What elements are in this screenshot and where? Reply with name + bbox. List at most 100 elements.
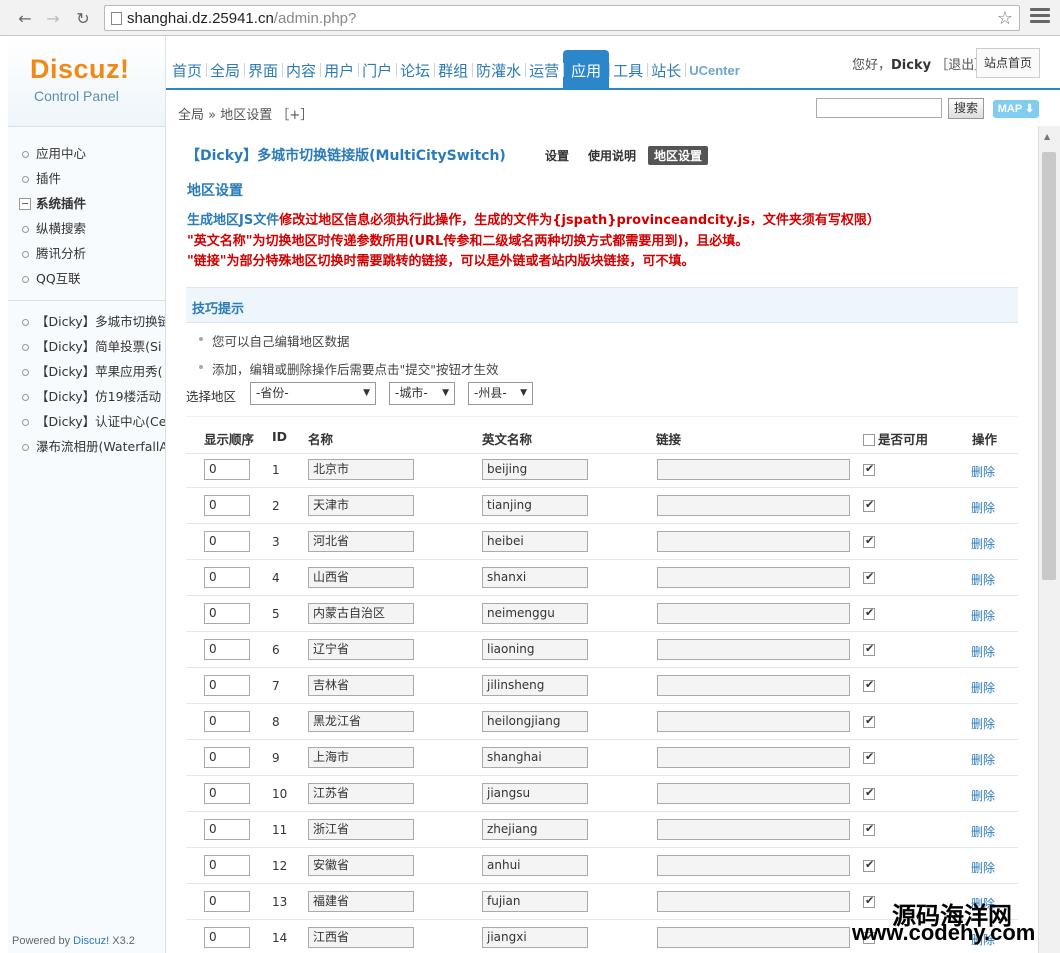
delete-link[interactable]: 删除 [971, 499, 995, 516]
top-nav-item[interactable]: 应用 [563, 50, 610, 88]
site-home-button[interactable]: 站点首页 [976, 48, 1040, 78]
sidebar-item[interactable]: 【Dicky】简单投票(Si [8, 334, 165, 359]
name-input[interactable]: 吉林省 [308, 675, 414, 696]
order-input[interactable]: 0 [204, 639, 250, 660]
sidebar-item[interactable]: 腾讯分析 [8, 241, 165, 266]
name-input[interactable]: 北京市 [308, 459, 414, 480]
address-bar[interactable]: shanghai.dz.25941.cn/admin.php? ☆ [104, 5, 1020, 31]
order-input[interactable]: 0 [204, 783, 250, 804]
ename-input[interactable]: neimenggu [482, 603, 588, 624]
top-nav-item[interactable]: 站长 [647, 50, 685, 88]
name-input[interactable]: 内蒙古自治区 [308, 603, 414, 624]
name-input[interactable]: 辽宁省 [308, 639, 414, 660]
top-nav-item[interactable]: 用户 [320, 50, 358, 88]
top-nav-item[interactable]: 群组 [434, 50, 472, 88]
delete-link[interactable]: 删除 [971, 679, 995, 696]
link-input[interactable] [657, 639, 850, 660]
enabled-checkbox[interactable] [863, 822, 875, 836]
sidebar-item[interactable]: 插件 [8, 166, 165, 191]
order-input[interactable]: 0 [204, 711, 250, 732]
top-nav-item[interactable]: 界面 [244, 50, 282, 88]
ename-input[interactable]: tianjing [482, 495, 588, 516]
order-input[interactable]: 0 [204, 675, 250, 696]
order-input[interactable]: 0 [204, 531, 250, 552]
ename-input[interactable]: heibei [482, 531, 588, 552]
order-input[interactable]: 0 [204, 927, 250, 948]
name-input[interactable]: 江西省 [308, 927, 414, 948]
sidebar-item[interactable]: 【Dicky】苹果应用秀( [8, 359, 165, 384]
top-nav-item[interactable]: 运营 [525, 50, 563, 88]
link-input[interactable] [657, 783, 850, 804]
enabled-checkbox[interactable] [863, 534, 875, 548]
order-input[interactable]: 0 [204, 855, 250, 876]
delete-link[interactable]: 删除 [971, 823, 995, 840]
link-input[interactable] [657, 531, 850, 552]
ename-input[interactable]: jilinsheng [482, 675, 588, 696]
link-input[interactable] [657, 567, 850, 588]
scrollbar-thumb[interactable] [1042, 152, 1056, 580]
ename-input[interactable]: liaoning [482, 639, 588, 660]
order-input[interactable]: 0 [204, 495, 250, 516]
county-select[interactable]: -州县- [468, 382, 533, 405]
sidebar-item[interactable]: 【Dicky】认证中心(Ce [8, 409, 165, 434]
province-select[interactable]: -省份- [250, 382, 376, 405]
ename-input[interactable]: anhui [482, 855, 588, 876]
plugin-tab-2[interactable]: 地区设置 [648, 146, 709, 165]
link-input[interactable] [657, 711, 850, 732]
order-input[interactable]: 0 [204, 747, 250, 768]
plugin-tab-0[interactable]: 设置 [539, 146, 575, 165]
enabled-checkbox[interactable] [863, 894, 875, 908]
top-nav-item[interactable]: 论坛 [396, 50, 434, 88]
plugin-tab-1[interactable]: 使用说明 [582, 146, 642, 165]
name-input[interactable]: 上海市 [308, 747, 414, 768]
scroll-up-icon[interactable]: ▲ [1044, 132, 1050, 141]
ename-input[interactable]: shanxi [482, 567, 588, 588]
top-nav-item[interactable]: 首页 [168, 50, 206, 88]
sidebar-item[interactable]: QQ互联 [8, 266, 165, 291]
sidebar-item[interactable]: 纵横搜索 [8, 216, 165, 241]
generate-js-link[interactable]: 生成地区JS文件 [187, 213, 279, 228]
sidebar-item[interactable]: 【Dicky】仿19楼活动 [8, 384, 165, 409]
ename-input[interactable]: heilongjiang [482, 711, 588, 732]
select-all-checkbox[interactable] [863, 434, 875, 446]
forward-icon[interactable]: → [42, 7, 64, 29]
link-input[interactable] [657, 747, 850, 768]
ename-input[interactable]: beijing [482, 459, 588, 480]
sidebar-item[interactable]: 【Dicky】多城市切换链 [8, 309, 165, 334]
order-input[interactable]: 0 [204, 819, 250, 840]
name-input[interactable]: 山西省 [308, 567, 414, 588]
delete-link[interactable]: 删除 [971, 535, 995, 552]
ename-input[interactable]: jiangxi [482, 927, 588, 948]
enabled-checkbox[interactable] [863, 606, 875, 620]
top-nav-item[interactable]: 工具 [609, 50, 647, 88]
browser-menu-icon[interactable] [1030, 8, 1050, 26]
ename-input[interactable]: fujian [482, 891, 588, 912]
link-input[interactable] [657, 891, 850, 912]
link-input[interactable] [657, 495, 850, 516]
link-input[interactable] [657, 927, 850, 948]
link-input[interactable] [657, 819, 850, 840]
enabled-checkbox[interactable] [863, 750, 875, 764]
enabled-checkbox[interactable] [863, 462, 875, 476]
delete-link[interactable]: 删除 [971, 787, 995, 804]
name-input[interactable]: 江苏省 [308, 783, 414, 804]
delete-link[interactable]: 删除 [971, 859, 995, 876]
order-input[interactable]: 0 [204, 603, 250, 624]
delete-link[interactable]: 删除 [971, 463, 995, 480]
delete-link[interactable]: 删除 [971, 607, 995, 624]
enabled-checkbox[interactable] [863, 678, 875, 692]
name-input[interactable]: 黑龙江省 [308, 711, 414, 732]
search-input[interactable] [816, 98, 942, 118]
name-input[interactable]: 安徽省 [308, 855, 414, 876]
top-nav-item[interactable]: 全局 [206, 50, 244, 88]
search-button[interactable]: 搜索 [948, 98, 984, 119]
order-input[interactable]: 0 [204, 891, 250, 912]
enabled-checkbox[interactable] [863, 498, 875, 512]
link-input[interactable] [657, 855, 850, 876]
name-input[interactable]: 天津市 [308, 495, 414, 516]
order-input[interactable]: 0 [204, 567, 250, 588]
order-input[interactable]: 0 [204, 459, 250, 480]
page-scrollbar[interactable]: ▲ [1038, 126, 1060, 953]
link-input[interactable] [657, 459, 850, 480]
back-icon[interactable]: ← [14, 7, 36, 29]
